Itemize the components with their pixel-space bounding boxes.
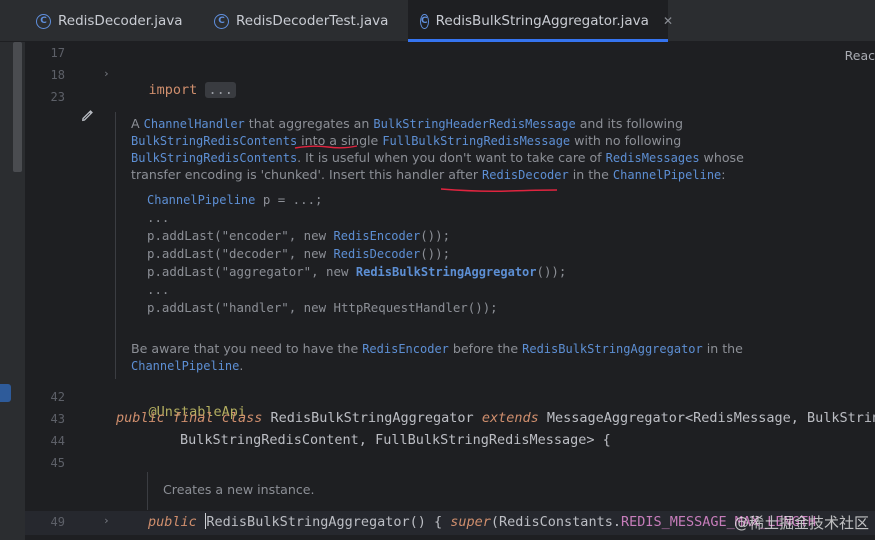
code-line-generics: BulkStringRedisContent, FullBulkStringRe… bbox=[180, 432, 611, 448]
java-class-icon: C bbox=[36, 13, 51, 29]
editor-tab-bar: C RedisDecoder.java C RedisDecoderTest.j… bbox=[0, 0, 875, 42]
doc-code-line: ... bbox=[147, 282, 170, 297]
line-number: 49 bbox=[50, 515, 65, 529]
doc-link[interactable]: RedisEncoder bbox=[362, 342, 449, 356]
watermark: @稀土掘金技术社区 bbox=[733, 514, 869, 532]
doc-line: Be aware that you need to have the Redis… bbox=[131, 341, 743, 356]
line-number: 43 bbox=[50, 412, 65, 426]
doc-link[interactable]: RedisBulkStringAggregator bbox=[356, 265, 537, 279]
doc-line: BulkStringRedisContents into a single Fu… bbox=[131, 133, 682, 148]
doc-code-line: ChannelPipeline p = ...; bbox=[147, 192, 323, 207]
line-number: 45 bbox=[50, 456, 65, 470]
rendered-javadoc: Creates a new instance. bbox=[147, 472, 875, 510]
doc-link[interactable]: BulkStringHeaderRedisMessage bbox=[373, 117, 575, 131]
code-editor[interactable]: Reac 17 18 23 42 43 44 45 49 › › import … bbox=[25, 42, 875, 540]
doc-link[interactable]: ChannelPipeline bbox=[131, 359, 239, 373]
reader-mode-button[interactable]: Reac bbox=[845, 48, 875, 63]
doc-link[interactable]: BulkStringRedisContents bbox=[131, 151, 297, 165]
tab-label: RedisBulkStringAggregator.java bbox=[435, 13, 649, 29]
keyword: import bbox=[148, 82, 198, 98]
doc-link[interactable]: RedisMessages bbox=[606, 151, 700, 165]
tool-window-strip bbox=[0, 42, 25, 540]
line-number: 44 bbox=[50, 434, 65, 448]
line-number: 17 bbox=[50, 46, 65, 60]
java-class-icon: C bbox=[214, 13, 229, 29]
fold-chevron-icon[interactable]: › bbox=[103, 514, 110, 527]
red-underline-annotation bbox=[440, 188, 558, 192]
java-class-icon: C bbox=[420, 13, 429, 29]
tab-redis-decoder-test[interactable]: C RedisDecoderTest.java bbox=[214, 0, 388, 42]
code-line-constructor: public RedisBulkStringAggregator() { sup… bbox=[148, 513, 817, 530]
doc-line: Creates a new instance. bbox=[163, 482, 315, 497]
tab-label: RedisDecoder.java bbox=[58, 13, 183, 29]
doc-link[interactable]: ChannelHandler bbox=[144, 117, 245, 131]
code-line-class-decl: public final class RedisBulkStringAggreg… bbox=[116, 410, 875, 426]
doc-link[interactable]: ChannelPipeline bbox=[613, 168, 721, 182]
rendered-javadoc: A ChannelHandler that aggregates an Bulk… bbox=[115, 112, 875, 379]
doc-code-line: p.addLast("handler", new HttpRequestHand… bbox=[147, 300, 498, 315]
line-number: 42 bbox=[50, 390, 65, 404]
scrollbar-thumb[interactable] bbox=[13, 42, 22, 172]
tab-redis-bulk-string-aggregator[interactable]: C RedisBulkStringAggregator.java ✕ bbox=[408, 0, 673, 42]
doc-line: ChannelPipeline. bbox=[131, 358, 244, 373]
doc-link[interactable]: ChannelPipeline bbox=[147, 193, 255, 207]
line-number: 23 bbox=[50, 90, 65, 104]
doc-line: BulkStringRedisContents. It is useful wh… bbox=[131, 150, 744, 165]
doc-line: transfer encoding is 'chunked'. Insert t… bbox=[131, 167, 726, 182]
code-line-import: import ... bbox=[116, 66, 236, 114]
doc-link[interactable]: RedisBulkStringAggregator bbox=[522, 342, 703, 356]
doc-code-line: p.addLast("encoder", new RedisEncoder())… bbox=[147, 228, 451, 243]
pencil-icon[interactable] bbox=[81, 108, 95, 122]
doc-code-line: p.addLast("decoder", new RedisDecoder())… bbox=[147, 246, 451, 261]
doc-link[interactable]: FullBulkStringRedisMessage bbox=[382, 134, 570, 148]
folded-imports[interactable]: ... bbox=[205, 82, 236, 98]
doc-code-line: p.addLast("aggregator", new RedisBulkStr… bbox=[147, 264, 567, 279]
doc-line: A ChannelHandler that aggregates an Bulk… bbox=[131, 116, 684, 131]
close-icon[interactable]: ✕ bbox=[663, 14, 673, 28]
tab-label: RedisDecoderTest.java bbox=[236, 13, 389, 29]
tab-redis-decoder[interactable]: C RedisDecoder.java bbox=[36, 0, 183, 42]
doc-link[interactable]: RedisEncoder bbox=[334, 229, 421, 243]
red-underline-annotation bbox=[294, 145, 358, 149]
doc-link[interactable]: BulkStringRedisContents bbox=[131, 134, 297, 148]
line-number: 18 bbox=[50, 68, 65, 82]
doc-code-line: ... bbox=[147, 210, 170, 225]
fold-chevron-icon[interactable]: › bbox=[103, 67, 110, 80]
doc-link[interactable]: RedisDecoder bbox=[482, 168, 569, 182]
bookmark-marker[interactable] bbox=[0, 384, 11, 402]
doc-link[interactable]: RedisDecoder bbox=[334, 247, 421, 261]
